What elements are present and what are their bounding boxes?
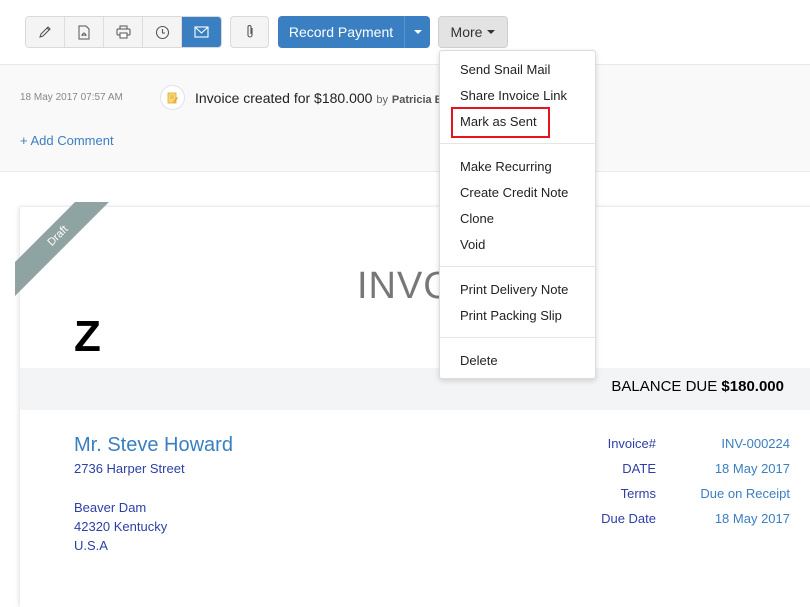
chevron-down-icon <box>413 30 422 34</box>
add-comment-link[interactable]: + Add Comment <box>20 133 114 148</box>
action-button-group <box>25 16 222 48</box>
envelope-icon <box>194 26 209 38</box>
pdf-icon <box>78 25 90 39</box>
activity-text: Invoice created for $180.000 <box>195 90 373 106</box>
record-payment-split-button: Record Payment <box>278 16 430 48</box>
more-button[interactable]: More <box>438 16 508 48</box>
menu-divider <box>440 266 595 267</box>
menu-item-print-delivery-note[interactable]: Print Delivery Note <box>460 282 568 297</box>
customer-zip-state: 42320 Kentucky <box>74 519 168 534</box>
attach-button[interactable] <box>230 16 269 48</box>
draft-ribbon-label: Draft <box>15 202 110 297</box>
mark-as-sent-highlight <box>451 107 550 138</box>
more-dropdown-menu: Send Snail Mail Share Invoice Link Mark … <box>439 50 596 379</box>
menu-item-void[interactable]: Void <box>460 237 485 252</box>
customer-street: 2736 Harper Street <box>74 461 185 476</box>
invoice-toolbar: Record Payment More <box>0 0 810 65</box>
pdf-button[interactable] <box>65 17 104 47</box>
menu-divider <box>440 337 595 338</box>
menu-item-make-recurring[interactable]: Make Recurring <box>460 159 552 174</box>
chevron-down-icon <box>487 30 496 34</box>
menu-item-create-credit-note[interactable]: Create Credit Note <box>460 185 568 200</box>
due-date-label: Due Date <box>601 511 656 526</box>
menu-item-clone[interactable]: Clone <box>460 211 494 226</box>
terms-value: Due on Receipt <box>700 486 790 501</box>
customer-name[interactable]: Mr. Steve Howard <box>74 434 233 457</box>
terms-label: Terms <box>620 486 656 501</box>
email-button[interactable] <box>182 17 221 47</box>
company-logo: Z <box>74 312 101 361</box>
invoice-date-value: 18 May 2017 <box>714 461 790 476</box>
due-date-value: 18 May 2017 <box>714 511 790 526</box>
balance-due-label: BALANCE DUE <box>611 378 718 395</box>
invoice-date-label: DATE <box>622 461 656 476</box>
record-payment-button[interactable]: Record Payment <box>278 16 404 48</box>
edit-button[interactable] <box>26 17 65 47</box>
customer-country: U.S.A <box>74 538 108 553</box>
print-button[interactable] <box>104 17 143 47</box>
menu-item-share-invoice-link[interactable]: Share Invoice Link <box>460 88 567 103</box>
activity-icon-badge <box>160 85 185 110</box>
paperclip-icon <box>246 25 253 38</box>
status-ribbon: Draft <box>15 202 110 297</box>
customer-city: Beaver Dam <box>74 500 147 515</box>
menu-item-print-packing-slip[interactable]: Print Packing Slip <box>460 308 562 323</box>
reminder-button[interactable] <box>143 17 182 47</box>
invoice-number-value: INV-000224 <box>721 436 790 451</box>
activity-timestamp: 18 May 2017 07:57 AM <box>20 92 123 103</box>
more-button-label: More <box>450 24 483 40</box>
menu-item-delete[interactable]: Delete <box>460 353 498 368</box>
activity-message: Invoice created for $180.000 by Patricia… <box>195 90 443 106</box>
menu-item-send-snail-mail[interactable]: Send Snail Mail <box>460 62 550 77</box>
printer-icon <box>116 25 130 39</box>
note-edit-icon <box>167 92 178 103</box>
pencil-icon <box>39 26 51 38</box>
activity-user: Patricia B <box>391 94 443 106</box>
balance-due-amount: $180.000 <box>721 378 784 395</box>
invoice-number-label: Invoice# <box>607 436 656 451</box>
activity-panel: 18 May 2017 07:57 AM Invoice created for… <box>0 65 810 172</box>
balance-due: BALANCE DUE $180.000 <box>611 378 784 395</box>
record-payment-dropdown-toggle[interactable] <box>404 16 430 48</box>
activity-by-label: by <box>376 94 388 106</box>
menu-divider <box>440 143 595 144</box>
clock-icon <box>155 25 169 39</box>
